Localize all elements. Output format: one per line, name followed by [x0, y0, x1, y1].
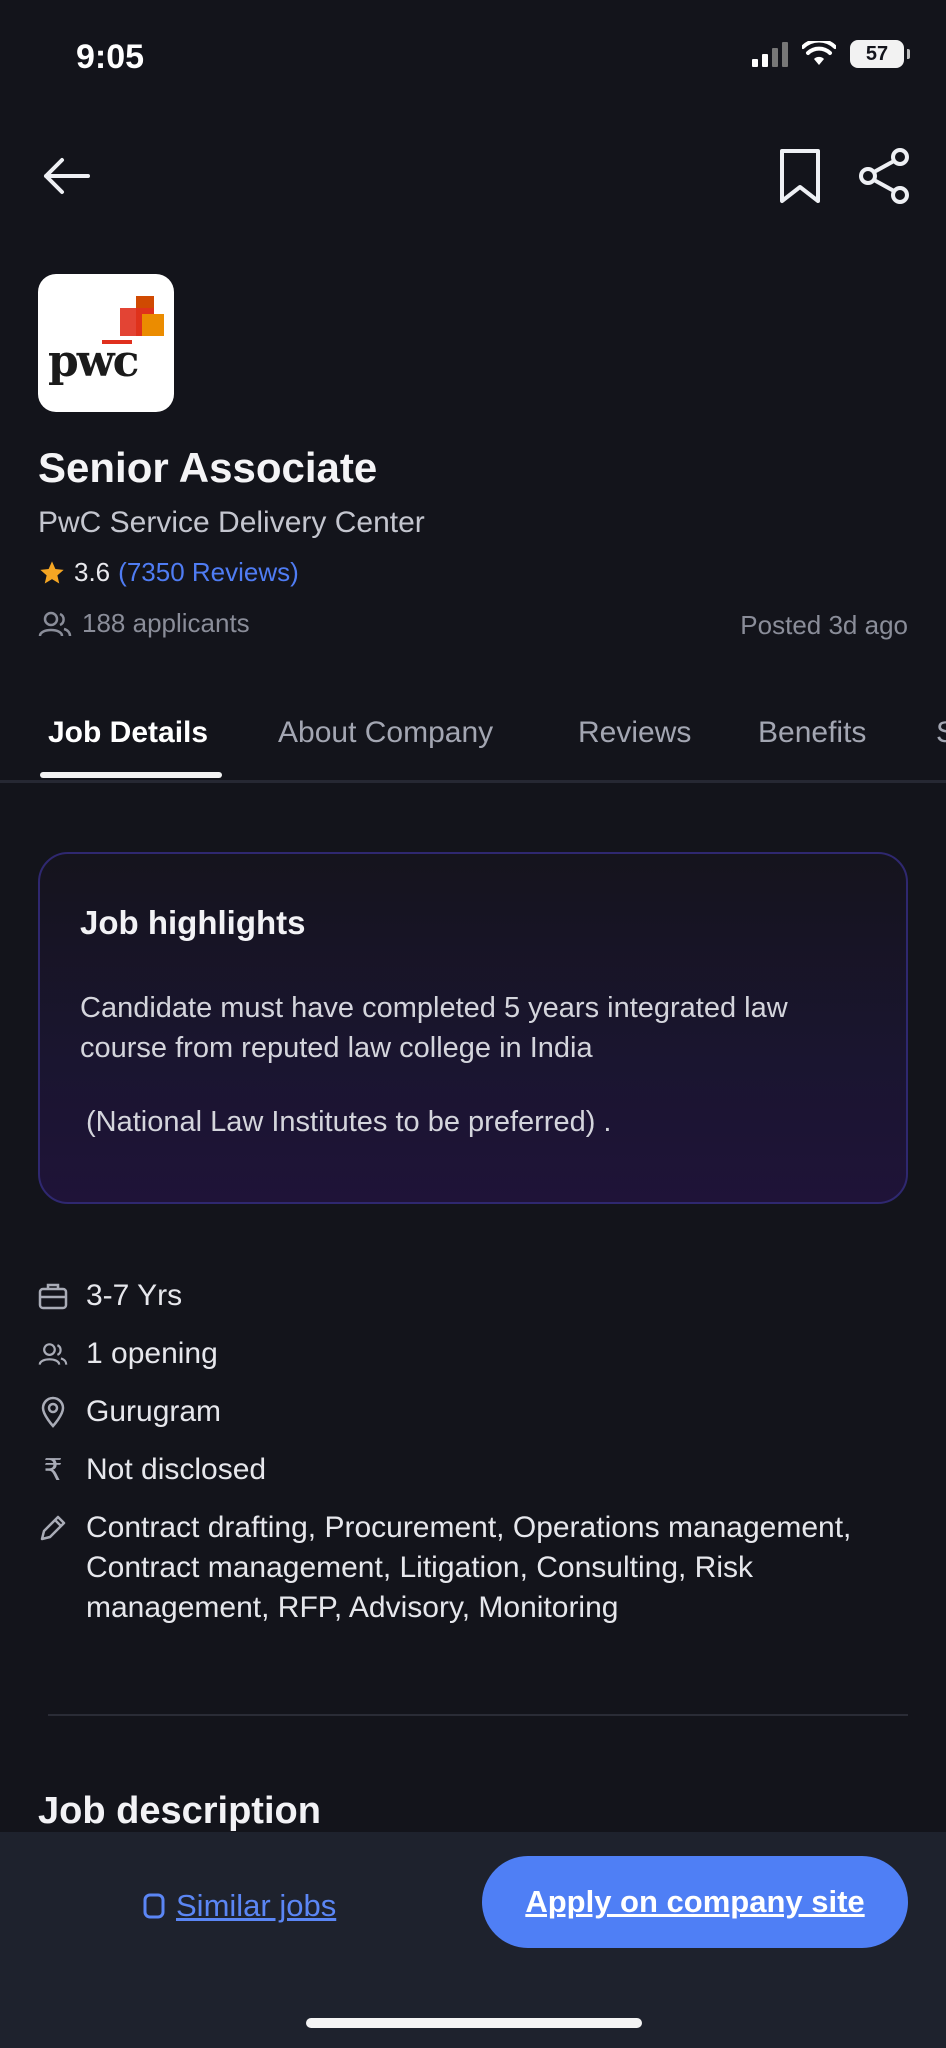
tab-job-details[interactable]: Job Details	[48, 716, 208, 750]
tabs-divider	[0, 780, 946, 783]
back-button[interactable]	[34, 150, 98, 202]
bookmark-icon	[780, 149, 820, 203]
battery-icon: 57	[850, 40, 910, 68]
arrow-left-icon	[44, 158, 90, 194]
applicants-row: 188 applicants	[38, 608, 250, 639]
tab-more[interactable]: S	[936, 716, 946, 750]
pencil-icon	[38, 1510, 68, 1546]
location-row: Gurugram	[38, 1392, 908, 1432]
rupee-icon: ₹	[43, 1453, 63, 1487]
map-pin-icon	[38, 1394, 68, 1430]
wifi-icon	[802, 41, 836, 65]
openings-row: 1 opening	[38, 1334, 908, 1374]
cellular-signal-icon	[752, 41, 788, 67]
skills-row: Contract drafting, Procurement, Operatio…	[38, 1508, 908, 1628]
briefcase-icon	[38, 1278, 68, 1314]
company-name[interactable]: PwC Service Delivery Center	[38, 506, 425, 540]
experience-row: 3-7 Yrs	[38, 1276, 908, 1316]
posted-date: Posted 3d ago	[740, 610, 908, 640]
skills-value: Contract drafting, Procurement, Operatio…	[86, 1511, 852, 1624]
bottom-action-bar: Similar jobs Apply on company site	[0, 1832, 946, 2048]
status-time: 9:05	[76, 38, 145, 76]
share-icon	[859, 148, 909, 204]
reviews-link[interactable]: (7350 Reviews)	[118, 557, 299, 588]
bookmark-button[interactable]	[772, 144, 828, 208]
highlights-text: Candidate must have completed 5 years in…	[80, 992, 788, 1064]
apply-button[interactable]: Apply on company site	[482, 1856, 908, 1948]
star-icon	[40, 560, 64, 583]
similar-jobs-label: Similar jobs	[176, 1888, 337, 1923]
job-details-list: 3-7 Yrs 1 opening Gurugram ₹ Not disclos…	[38, 1276, 908, 1646]
tab-about-company[interactable]: About Company	[278, 716, 493, 750]
applicants-count: 188 applicants	[82, 608, 250, 638]
logo-wordmark: pwc	[48, 336, 139, 387]
active-tab-indicator	[40, 772, 222, 778]
job-title: Senior Associate	[38, 444, 378, 491]
location-value[interactable]: Gurugram	[86, 1392, 221, 1432]
people-icon	[38, 611, 72, 636]
job-description-heading: Job description	[38, 1790, 321, 1832]
salary-value: Not disclosed	[86, 1453, 267, 1486]
job-highlights-card: Job highlights Candidate must have compl…	[38, 852, 908, 1204]
openings-value: 1 opening	[86, 1337, 218, 1370]
rating-row: 3.6 (7350 Reviews)	[38, 557, 299, 588]
people-icon	[38, 1336, 68, 1372]
home-indicator[interactable]	[306, 2018, 642, 2028]
tab-bar: Job Details About Company Reviews Benefi…	[0, 716, 946, 782]
rating-value: 3.6	[74, 557, 111, 587]
copy-icon	[143, 1893, 165, 1919]
highlights-title: Job highlights	[80, 904, 306, 941]
tab-benefits[interactable]: Benefits	[758, 716, 866, 750]
section-divider	[48, 1714, 908, 1716]
status-icons: 57	[752, 40, 910, 68]
company-logo: pwc	[38, 274, 174, 412]
share-button[interactable]	[852, 144, 916, 208]
experience-value: 3-7 Yrs	[86, 1279, 183, 1312]
tab-reviews[interactable]: Reviews	[578, 716, 691, 750]
highlights-note: (National Law Institutes to be preferred…	[86, 1106, 612, 1138]
salary-row: ₹ Not disclosed	[38, 1450, 908, 1490]
similar-jobs-link[interactable]: Similar jobs	[140, 1888, 336, 1924]
